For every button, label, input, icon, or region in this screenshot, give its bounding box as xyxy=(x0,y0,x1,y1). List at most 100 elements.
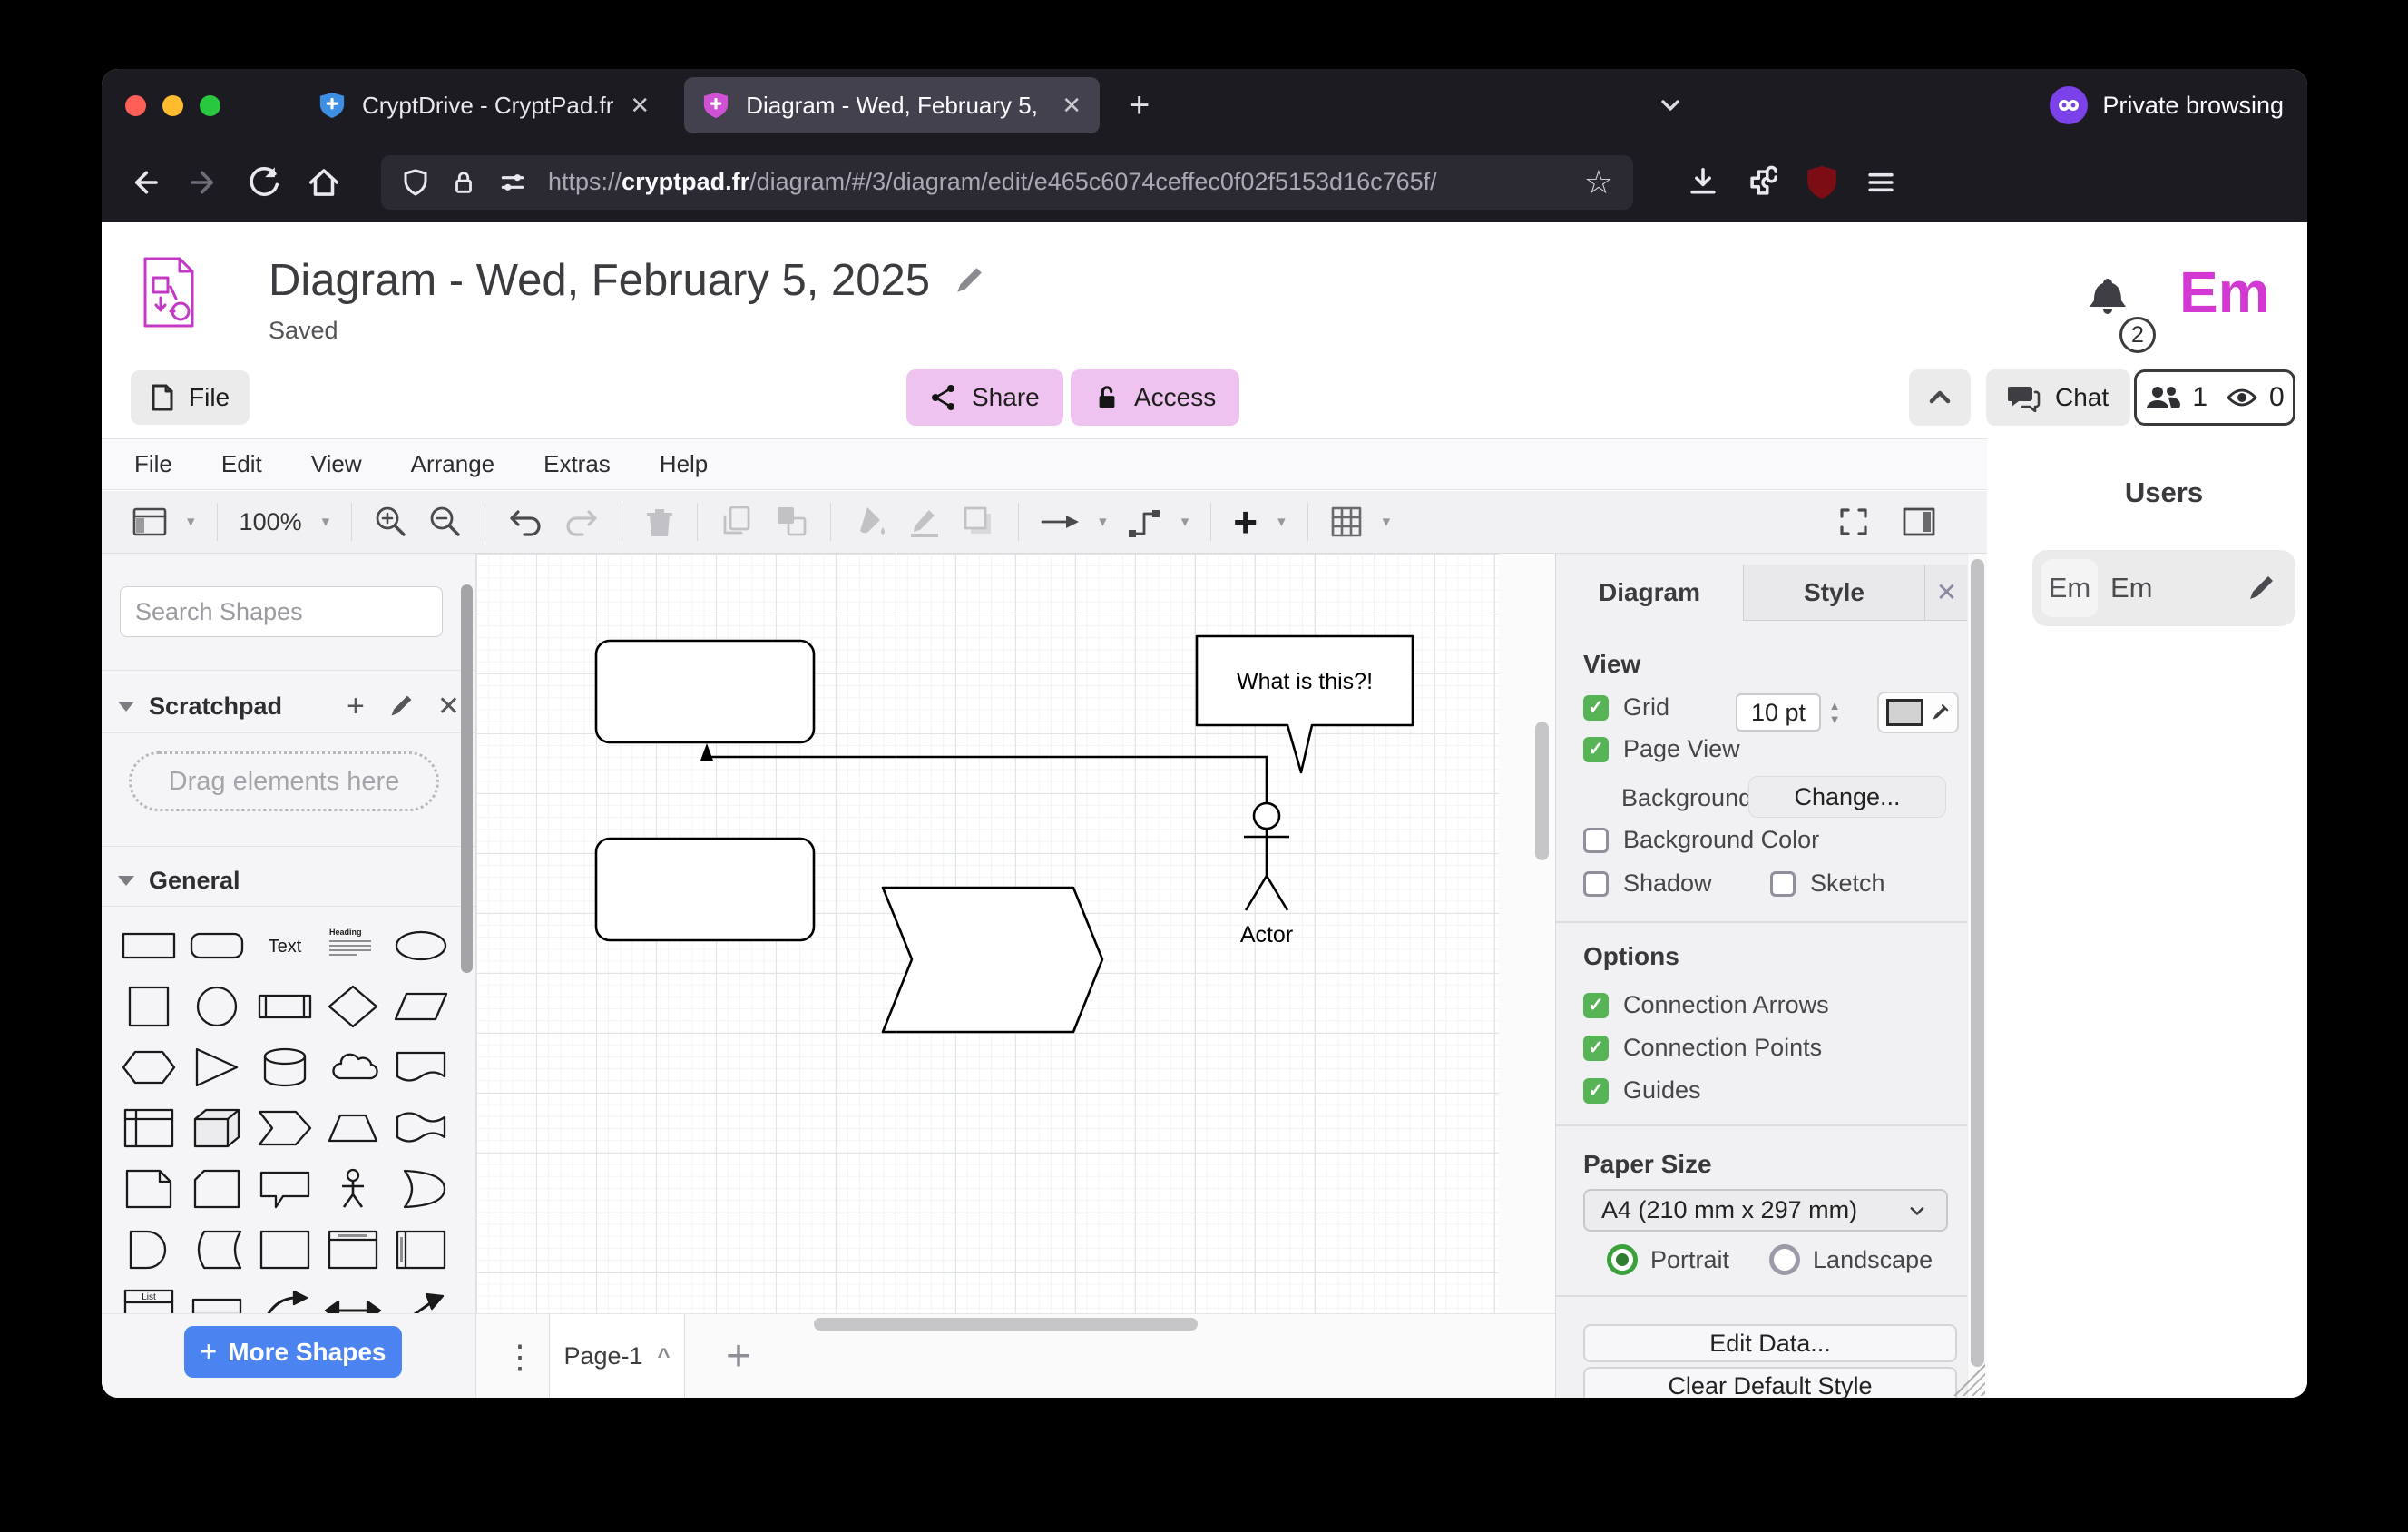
grid-size-input[interactable]: 10 pt xyxy=(1736,693,1821,732)
permissions-icon[interactable] xyxy=(497,167,528,198)
tracking-protection-shield-icon[interactable] xyxy=(401,167,430,198)
menu-edit[interactable]: Edit xyxy=(221,450,262,478)
to-front-icon[interactable] xyxy=(719,506,754,538)
shadow-icon[interactable] xyxy=(962,505,996,539)
canvas-rounded-rect-top[interactable] xyxy=(596,641,814,742)
format-scrollbar[interactable] xyxy=(1971,559,1984,1367)
downloads-icon[interactable] xyxy=(1686,165,1720,200)
more-shapes-button[interactable]: + More Shapes xyxy=(184,1326,402,1378)
shape-cylinder[interactable] xyxy=(256,1046,314,1089)
shape-step[interactable] xyxy=(256,1106,314,1150)
shape-triangle[interactable] xyxy=(188,1046,246,1089)
access-button[interactable]: Access xyxy=(1071,369,1239,426)
macos-close-button[interactable] xyxy=(125,95,146,116)
scratchpad-close-icon[interactable]: ✕ xyxy=(437,691,460,722)
portrait-radio[interactable] xyxy=(1607,1244,1638,1275)
table-grid-icon[interactable] xyxy=(1330,506,1363,538)
rename-pencil-icon[interactable] xyxy=(954,265,984,296)
grid-size-stepper[interactable]: ▲▼ xyxy=(1823,693,1846,732)
home-icon[interactable] xyxy=(307,165,341,200)
menu-file[interactable]: File xyxy=(134,450,172,478)
caret-down-icon[interactable]: ▾ xyxy=(1383,513,1391,531)
collapse-toolbar-button[interactable] xyxy=(1909,369,1971,426)
waypoint-style-icon[interactable] xyxy=(1127,505,1161,539)
sketch-checkbox[interactable] xyxy=(1770,871,1796,897)
scratchpad-section-header[interactable]: Scratchpad + ✕ xyxy=(102,681,476,732)
format-panel-toggle-icon[interactable] xyxy=(1902,506,1936,537)
line-color-icon[interactable] xyxy=(907,505,942,539)
shape-data-storage[interactable] xyxy=(188,1228,246,1272)
menu-extras[interactable]: Extras xyxy=(543,450,611,478)
general-section-header[interactable]: General xyxy=(102,855,476,906)
to-back-icon[interactable] xyxy=(774,506,808,538)
canvas-rounded-rect-bottom[interactable] xyxy=(596,839,814,940)
menu-hamburger-icon[interactable] xyxy=(1864,165,1898,200)
zoom-level[interactable]: 100% xyxy=(240,508,302,536)
redo-icon[interactable] xyxy=(563,506,600,537)
shape-curve[interactable] xyxy=(256,1289,314,1314)
shape-diamond[interactable] xyxy=(324,985,382,1028)
canvas-step-shape[interactable] xyxy=(883,888,1102,1032)
canvas-actor[interactable] xyxy=(1244,803,1289,910)
canvas-speech-bubble[interactable] xyxy=(1197,636,1413,772)
shape-trapezoid[interactable] xyxy=(324,1106,382,1150)
connection-arrows-checkbox[interactable]: ✓ xyxy=(1583,993,1609,1018)
connection-points-checkbox[interactable]: ✓ xyxy=(1583,1036,1609,1061)
macos-minimize-button[interactable] xyxy=(162,95,183,116)
back-icon[interactable] xyxy=(127,165,162,200)
shape-textbox[interactable]: Heading xyxy=(324,924,382,967)
tab-diagram-active[interactable]: Diagram - Wed, February 5, 202 ✕ xyxy=(684,77,1100,133)
caret-down-icon[interactable]: ▾ xyxy=(1277,513,1286,531)
shape-arrow[interactable] xyxy=(392,1289,450,1314)
caret-down-icon[interactable]: ▾ xyxy=(322,513,330,531)
canvas-vertical-scrollbar[interactable] xyxy=(1535,722,1549,860)
shape-note[interactable] xyxy=(120,1167,178,1211)
sidebar-scrollbar[interactable] xyxy=(461,584,473,973)
view-layout-icon[interactable] xyxy=(132,507,167,536)
diagram-canvas[interactable]: What is this?! Actor xyxy=(476,554,1555,1313)
chat-button[interactable]: Chat xyxy=(1986,369,2130,426)
format-close-icon[interactable]: ✕ xyxy=(1924,565,1968,621)
reload-icon[interactable] xyxy=(247,165,281,200)
notifications-bell-icon[interactable] xyxy=(2085,275,2130,324)
insert-plus-icon[interactable]: + xyxy=(1233,508,1258,535)
shape-cube[interactable] xyxy=(188,1106,246,1150)
scratchpad-add-icon[interactable]: + xyxy=(347,689,365,724)
fullscreen-icon[interactable] xyxy=(1836,505,1871,539)
fill-color-icon[interactable] xyxy=(853,505,887,539)
tab-diagram[interactable]: Diagram xyxy=(1556,565,1743,621)
shape-list[interactable]: List xyxy=(120,1289,178,1314)
clear-default-style-button[interactable]: Clear Default Style xyxy=(1583,1367,1957,1398)
connection-arrow-icon[interactable] xyxy=(1041,510,1079,534)
new-tab-button[interactable]: + xyxy=(1116,85,1162,126)
shape-card[interactable] xyxy=(188,1167,246,1211)
tab-close-icon[interactable]: ✕ xyxy=(630,92,650,120)
ublock-origin-icon[interactable]: uO xyxy=(1806,164,1838,201)
search-input[interactable] xyxy=(135,598,456,626)
shadow-checkbox[interactable] xyxy=(1583,871,1609,897)
zoom-in-icon[interactable] xyxy=(374,505,408,539)
shape-tape[interactable] xyxy=(392,1106,450,1150)
tab-close-icon[interactable]: ✕ xyxy=(1062,92,1082,120)
paper-size-select[interactable]: A4 (210 mm x 297 mm) xyxy=(1583,1189,1948,1232)
shape-internal-storage[interactable] xyxy=(120,1106,178,1150)
delete-trash-icon[interactable] xyxy=(644,506,675,538)
share-button[interactable]: Share xyxy=(906,369,1063,426)
canvas-connector[interactable] xyxy=(707,755,1267,803)
background-color-checkbox[interactable] xyxy=(1583,828,1609,853)
shape-callout[interactable] xyxy=(256,1167,314,1211)
shape-rectangle[interactable] xyxy=(120,924,178,967)
shape-parallelogram[interactable] xyxy=(392,985,450,1028)
scratchpad-edit-pencil-icon[interactable] xyxy=(388,693,414,719)
shape-square[interactable] xyxy=(120,985,178,1028)
shape-cloud[interactable] xyxy=(324,1046,382,1089)
user-avatar[interactable]: Em xyxy=(2041,559,2098,617)
menu-arrange[interactable]: Arrange xyxy=(411,450,495,478)
undo-icon[interactable] xyxy=(507,506,543,537)
shape-vertical-container[interactable] xyxy=(324,1228,382,1272)
forward-icon[interactable] xyxy=(187,165,221,200)
page-tab[interactable]: Page-1 ^ xyxy=(549,1314,685,1398)
menu-view[interactable]: View xyxy=(311,450,362,478)
tab-style[interactable]: Style xyxy=(1743,565,1924,621)
shape-process[interactable] xyxy=(256,985,314,1028)
